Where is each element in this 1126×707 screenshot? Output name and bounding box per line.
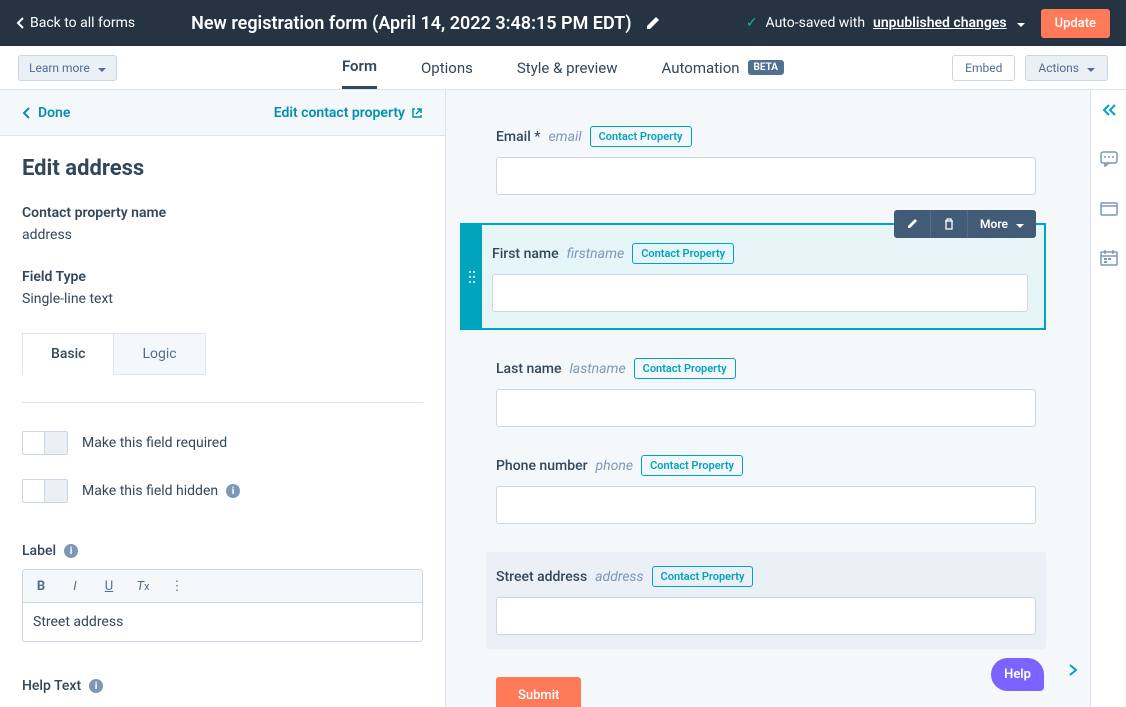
pencil-icon	[906, 218, 918, 230]
field-internal-name: address	[595, 569, 643, 585]
contact-property-badge: Contact Property	[634, 358, 736, 379]
delete-field-button[interactable]	[931, 210, 968, 238]
contact-property-badge: Contact Property	[632, 243, 734, 264]
toggle-required-label: Make this field required	[82, 435, 227, 451]
field-input[interactable]	[496, 597, 1036, 635]
label-input[interactable]	[22, 602, 423, 642]
form-field-email[interactable]: Email * email Contact Property	[496, 126, 1036, 195]
update-button[interactable]: Update	[1041, 9, 1110, 38]
edit-field-button[interactable]	[894, 210, 931, 238]
back-to-forms-link[interactable]: Back to all forms	[16, 15, 135, 31]
form-field-lastname[interactable]: Last name lastname Contact Property	[496, 358, 1036, 427]
italic-button[interactable]: I	[67, 578, 83, 594]
learn-more-label: Learn more	[29, 61, 90, 75]
submit-button[interactable]: Submit	[496, 677, 581, 707]
bold-button[interactable]: B	[33, 578, 49, 594]
autosave-status[interactable]: ✓ Auto-saved with unpublished changes	[746, 15, 1025, 31]
insert-button[interactable]: ⋮	[169, 578, 185, 594]
field-type-label: Field Type	[22, 269, 423, 285]
chevron-right-icon	[1068, 663, 1078, 677]
info-icon[interactable]: i	[64, 544, 78, 558]
help-text-section-heading: Help Text i	[22, 678, 423, 694]
field-type-value: Single-line text	[22, 291, 423, 307]
panel-title: Edit address	[22, 156, 423, 181]
field-internal-name: lastname	[570, 361, 626, 377]
underline-button[interactable]: U	[101, 578, 117, 594]
caret-down-icon	[1015, 15, 1025, 31]
field-input[interactable]	[496, 157, 1036, 195]
external-link-icon	[411, 107, 423, 119]
page-title: New registration form (April 14, 2022 3:…	[191, 13, 631, 34]
chevron-left-icon	[16, 17, 24, 29]
expand-arrow[interactable]	[1068, 662, 1078, 681]
form-field-firstname[interactable]: More First name firstname Contact Proper…	[460, 223, 1046, 330]
property-name-value: address	[22, 227, 423, 243]
field-input[interactable]	[496, 486, 1036, 524]
pencil-icon[interactable]	[646, 16, 660, 30]
toggle-hidden[interactable]	[22, 479, 68, 503]
info-icon[interactable]: i	[89, 679, 103, 693]
caret-down-icon	[1014, 217, 1024, 231]
trash-icon	[943, 218, 955, 230]
field-label: First name	[492, 246, 559, 262]
form-field-phone[interactable]: Phone number phone Contact Property	[496, 455, 1036, 524]
edit-contact-property-link[interactable]: Edit contact property	[274, 105, 423, 121]
field-input[interactable]	[496, 389, 1036, 427]
caret-down-icon	[96, 61, 106, 75]
tab-style-preview[interactable]: Style & preview	[517, 46, 618, 89]
help-button[interactable]: Help	[991, 658, 1044, 691]
label-section-heading: Label i	[22, 543, 423, 559]
form-field-address[interactable]: Street address address Contact Property	[486, 552, 1046, 649]
autosave-prefix: Auto-saved with	[766, 15, 866, 31]
done-label: Done	[38, 105, 70, 121]
toggle-hidden-label: Make this field hidden i	[82, 483, 240, 499]
field-label: Phone number	[496, 458, 588, 474]
field-input[interactable]	[492, 274, 1028, 312]
back-label: Back to all forms	[30, 15, 135, 31]
actions-button[interactable]: Actions	[1025, 55, 1108, 81]
done-link[interactable]: Done	[22, 105, 70, 121]
learn-more-button[interactable]: Learn more	[18, 55, 117, 81]
window-icon[interactable]	[1100, 201, 1118, 220]
contact-property-badge: Contact Property	[652, 566, 754, 587]
calendar-icon[interactable]	[1100, 250, 1118, 270]
clear-format-button[interactable]: Tx	[135, 578, 151, 594]
field-actions-toolbar: More	[894, 210, 1036, 238]
rte-toolbar: B I U Tx ⋮	[22, 569, 423, 602]
field-label: Email *	[496, 129, 540, 145]
contact-property-badge: Contact Property	[641, 455, 743, 476]
edit-property-label: Edit contact property	[274, 105, 405, 121]
field-internal-name: firstname	[567, 246, 625, 262]
autosave-link: unpublished changes	[873, 15, 1007, 31]
contact-property-badge: Contact Property	[590, 126, 692, 147]
tab-automation[interactable]: Automation BETA	[662, 46, 785, 89]
actions-label: Actions	[1038, 61, 1079, 75]
collapse-rail-button[interactable]	[1101, 102, 1117, 121]
field-internal-name: phone	[596, 458, 634, 474]
chat-icon[interactable]	[1100, 151, 1118, 171]
field-label: Last name	[496, 361, 562, 377]
more-field-button[interactable]: More	[968, 210, 1036, 238]
tab-logic[interactable]: Logic	[113, 333, 205, 375]
toggle-required[interactable]	[22, 431, 68, 455]
field-label: Street address	[496, 569, 587, 585]
tab-options[interactable]: Options	[421, 46, 473, 89]
field-internal-name: email	[548, 129, 581, 145]
info-icon[interactable]: i	[226, 484, 240, 498]
chevron-left-icon	[22, 107, 30, 119]
beta-badge: BETA	[748, 60, 785, 75]
caret-down-icon	[1085, 61, 1095, 75]
tab-basic[interactable]: Basic	[22, 333, 113, 375]
property-name-label: Contact property name	[22, 205, 423, 221]
tab-form[interactable]: Form	[342, 46, 377, 89]
check-icon: ✓	[746, 15, 758, 31]
drag-handle[interactable]	[462, 225, 482, 328]
embed-button[interactable]: Embed	[952, 55, 1015, 81]
